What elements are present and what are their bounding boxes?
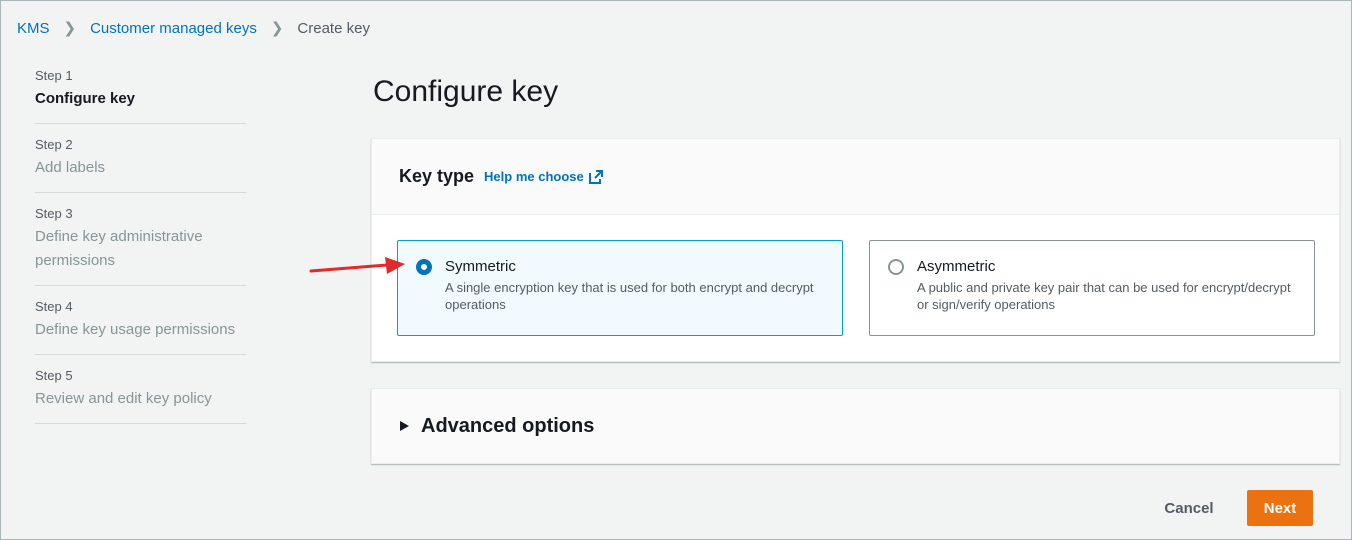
step-number: Step 5	[35, 368, 73, 383]
cancel-button[interactable]: Cancel	[1149, 490, 1229, 526]
step-number: Step 3	[35, 206, 73, 221]
symmetric-radio[interactable]	[416, 259, 432, 275]
next-button[interactable]: Next	[1247, 490, 1313, 526]
asymmetric-title: Asymmetric	[917, 258, 996, 275]
help-link-label: Help me choose	[484, 169, 584, 184]
breadcrumb-link-kms[interactable]: KMS	[17, 20, 50, 37]
step-label: Configure key	[35, 90, 136, 107]
key-type-panel: Key type Help me choose Symmetric A sing…	[371, 138, 1340, 362]
symmetric-option[interactable]: Symmetric A single encryption key that i…	[397, 240, 843, 336]
asymmetric-description: A public and private key pair that can b…	[917, 280, 1291, 312]
step-number: Step 1	[35, 68, 73, 83]
symmetric-title: Symmetric	[445, 258, 516, 275]
step-label: Define key administrative permissions	[35, 228, 203, 269]
help-me-choose-link[interactable]: Help me choose	[484, 169, 604, 185]
key-type-heading: Key type	[399, 166, 475, 186]
step-label: Define key usage permissions	[35, 321, 236, 338]
page-title: Configure key	[373, 75, 559, 108]
asymmetric-option[interactable]: Asymmetric A public and private key pair…	[869, 240, 1315, 336]
step-label: Add labels	[35, 159, 106, 176]
key-type-header: Key type Help me choose	[372, 139, 1339, 215]
annotation-arrow-icon	[309, 257, 405, 274]
wizard-steps: Step 1 Configure key Step 2 Add labels S…	[35, 67, 246, 424]
step-number: Step 2	[35, 137, 73, 152]
step-1[interactable]: Step 1 Configure key	[35, 67, 246, 124]
breadcrumb-current: Create key	[297, 19, 370, 37]
advanced-options-label: Advanced options	[421, 414, 595, 437]
step-4[interactable]: Step 4 Define key usage permissions	[35, 286, 246, 355]
breadcrumb-link-customer-managed-keys[interactable]: Customer managed keys	[90, 20, 257, 37]
breadcrumb: KMS ❯ Customer managed keys ❯ Create key	[17, 19, 370, 38]
chevron-right-icon: ❯	[270, 20, 284, 37]
step-label: Review and edit key policy	[35, 390, 212, 407]
caret-right-icon	[400, 421, 409, 431]
chevron-right-icon: ❯	[63, 20, 77, 37]
asymmetric-radio[interactable]	[888, 259, 904, 275]
step-2[interactable]: Step 2 Add labels	[35, 124, 246, 193]
step-3[interactable]: Step 3 Define key administrative permiss…	[35, 193, 246, 286]
step-5[interactable]: Step 5 Review and edit key policy	[35, 355, 246, 424]
symmetric-description: A single encryption key that is used for…	[445, 280, 814, 312]
external-link-icon	[588, 169, 603, 184]
step-number: Step 4	[35, 299, 73, 314]
advanced-options-panel[interactable]: Advanced options	[371, 388, 1340, 464]
